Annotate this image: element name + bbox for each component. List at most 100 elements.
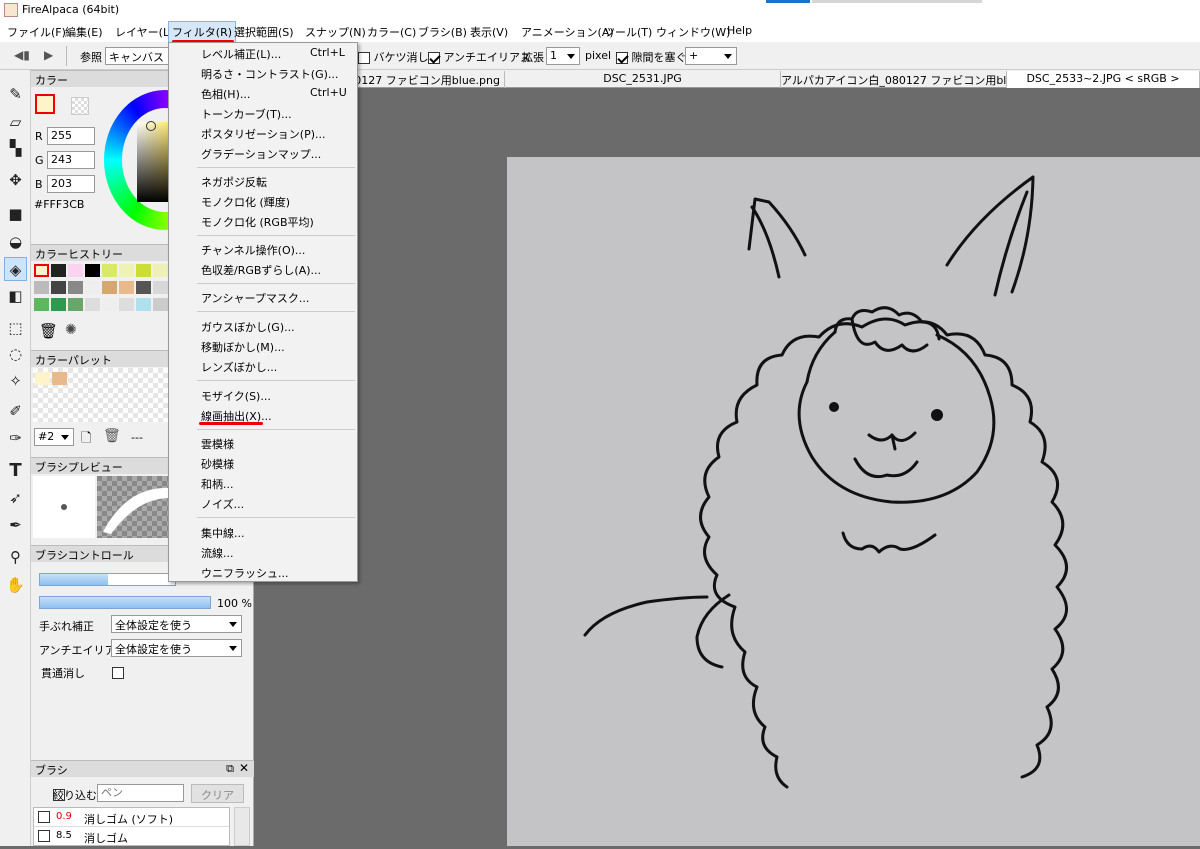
prev-frame-icon[interactable]: ◀▮ [14,48,30,62]
menu-item-mono-luma[interactable]: モノクロ化 (輝度) [169,191,357,211]
eraser-tool-icon[interactable]: ▱ [4,110,27,134]
menu-item-tone-curve[interactable]: トーンカーブ(T)... [169,103,357,123]
history-swatch[interactable] [68,298,83,311]
menu-view[interactable]: 表示(V) [467,23,511,41]
menu-item-sand[interactable]: 砂模様 [169,453,357,473]
history-swatch[interactable] [153,298,168,311]
history-swatch[interactable] [51,298,66,311]
brush-tool-icon[interactable]: ✎ [4,82,27,106]
menu-item-invert[interactable]: ネガポジ反転 [169,171,357,191]
float-window-icon[interactable]: ⧉ [226,762,234,776]
history-swatch[interactable] [102,281,117,294]
tab-document[interactable]: DSC_2531.JPG [505,71,781,88]
select-pen-tool-icon[interactable]: ✐ [4,399,27,423]
menu-item-speed-lines[interactable]: 流線... [169,542,357,562]
menu-item-chromatic-aberration[interactable]: 色収差/RGBずらし(A)... [169,259,357,279]
brush-list-scrollbar[interactable] [234,807,250,846]
menu-layer[interactable]: レイヤー(L) [112,23,176,41]
menu-item-brightness-contrast[interactable]: 明るさ・コントラスト(G)... [169,63,357,83]
menu-color[interactable]: カラー(C) [364,23,419,41]
brush-size-slider[interactable] [39,573,176,586]
history-swatch[interactable] [85,281,100,294]
antialias-toggle[interactable]: アンチエイリアス [428,49,531,65]
history-swatch[interactable] [85,264,100,277]
history-swatch[interactable] [153,281,168,294]
antialias-checkbox[interactable] [428,52,440,64]
clear-button[interactable]: クリア [191,784,244,803]
menu-item-focus-lines[interactable]: 集中線... [169,522,357,542]
history-swatch[interactable] [51,281,66,294]
history-swatch[interactable] [68,264,83,277]
history-swatch[interactable] [102,298,117,311]
color-picker-handle[interactable] [146,121,156,131]
menu-item-posterize[interactable]: ポスタリゼーション(P)... [169,123,357,143]
tab-document-active[interactable]: DSC_2533~2.JPG < sRGB > [1007,71,1200,88]
close-gap-toggle[interactable]: 隙間を塞ぐ [616,49,687,65]
close-gap-select[interactable]: + [685,47,737,65]
gradient-tool-icon[interactable]: ◧ [4,284,27,308]
menu-window[interactable]: ウィンドウ(W) [653,23,733,41]
palette-select[interactable]: #2 [34,428,74,446]
palette-area[interactable] [33,368,169,422]
new-page-icon[interactable]: 🗋 [81,429,91,451]
menu-item-gaussian-blur[interactable]: ガウスぼかし(G)... [169,316,357,336]
palette-swatch[interactable] [52,372,67,385]
brush-antialias-select[interactable]: 全体設定を使う [111,639,242,657]
menu-item-mosaic[interactable]: モザイク(S)... [169,385,357,405]
menu-item-channel[interactable]: チャンネル操作(O)... [169,239,357,259]
history-swatch[interactable] [119,281,134,294]
spinner-icon[interactable]: ✺ [65,322,77,338]
text-tool-icon[interactable]: T [4,459,27,483]
bucket-erase-toggle[interactable]: バケツ消し [358,49,429,65]
history-swatch[interactable] [34,264,49,277]
transparent-color-swatch[interactable] [71,97,89,115]
stabilizer-select[interactable]: 全体設定を使う [111,615,242,633]
expand-select[interactable]: 1 [546,47,580,65]
b-input[interactable]: 203 [47,175,95,193]
history-swatch[interactable] [119,264,134,277]
menu-item-unsharp-mask[interactable]: アンシャープマスク... [169,287,357,307]
g-input[interactable]: 243 [47,151,95,169]
pen-tool-icon[interactable]: ✒ [4,513,27,537]
trash-icon[interactable]: 🗑 [39,322,58,340]
rect-select-tool-icon[interactable]: ⬚ [4,316,27,340]
menu-item-uni-flash[interactable]: ウニフラッシュ... [169,562,357,582]
menu-item-lens-blur[interactable]: レンズぼかし... [169,356,357,376]
eyedropper-tool-icon[interactable]: ⚲ [4,545,27,569]
brush-opacity-slider[interactable] [39,596,211,609]
color-history-grid[interactable] [34,264,168,316]
next-frame-icon[interactable]: ▶ [44,48,53,62]
menu-item-line-extraction[interactable]: 線画抽出(X)... [169,405,357,425]
menu-item-japanese-pattern[interactable]: 和柄... [169,473,357,493]
bucket-erase-checkbox[interactable] [358,52,370,64]
drawing-canvas[interactable] [507,157,1200,846]
history-swatch[interactable] [119,298,134,311]
menu-tool[interactable]: ツール(T) [601,23,655,41]
history-swatch[interactable] [85,298,100,311]
menu-item-motion-blur[interactable]: 移動ぼかし(M)... [169,336,357,356]
rect-fill-tool-icon[interactable]: ■ [4,202,27,226]
history-swatch[interactable] [153,264,168,277]
tab-document[interactable]: アルパカアイコン白_080127 ファビコン用blue.png [781,71,1007,88]
brush-list-item[interactable]: 8.5 消しゴム [34,827,229,846]
palette-swatch[interactable] [35,372,50,385]
history-swatch[interactable] [102,264,117,277]
move-tool-icon[interactable]: ✥ [4,168,27,192]
operation-tool-icon[interactable]: ➶ [4,486,27,510]
gamepad-tool-icon[interactable]: ◒ [4,230,27,254]
menu-help[interactable]: Help [724,23,755,38]
menu-edit[interactable]: 編集(E) [62,23,106,41]
menu-file[interactable]: ファイル(F) [4,23,69,41]
select-eraser-tool-icon[interactable]: ✑ [4,426,27,450]
history-swatch[interactable] [34,298,49,311]
menu-selection[interactable]: 選択範囲(S) [231,23,297,41]
menu-snap[interactable]: スナップ(N) [302,23,369,41]
brush-item-checkbox[interactable] [38,811,50,823]
menu-item-noise[interactable]: ノイズ... [169,493,357,513]
history-swatch[interactable] [68,281,83,294]
menu-item-levels[interactable]: レベル補正(L)... Ctrl+L [169,43,357,63]
menu-item-clouds[interactable]: 雲模様 [169,433,357,453]
menu-item-hue[interactable]: 色相(H)... Ctrl+U [169,83,357,103]
history-swatch[interactable] [136,281,151,294]
hand-tool-icon[interactable]: ✋ [4,573,27,597]
